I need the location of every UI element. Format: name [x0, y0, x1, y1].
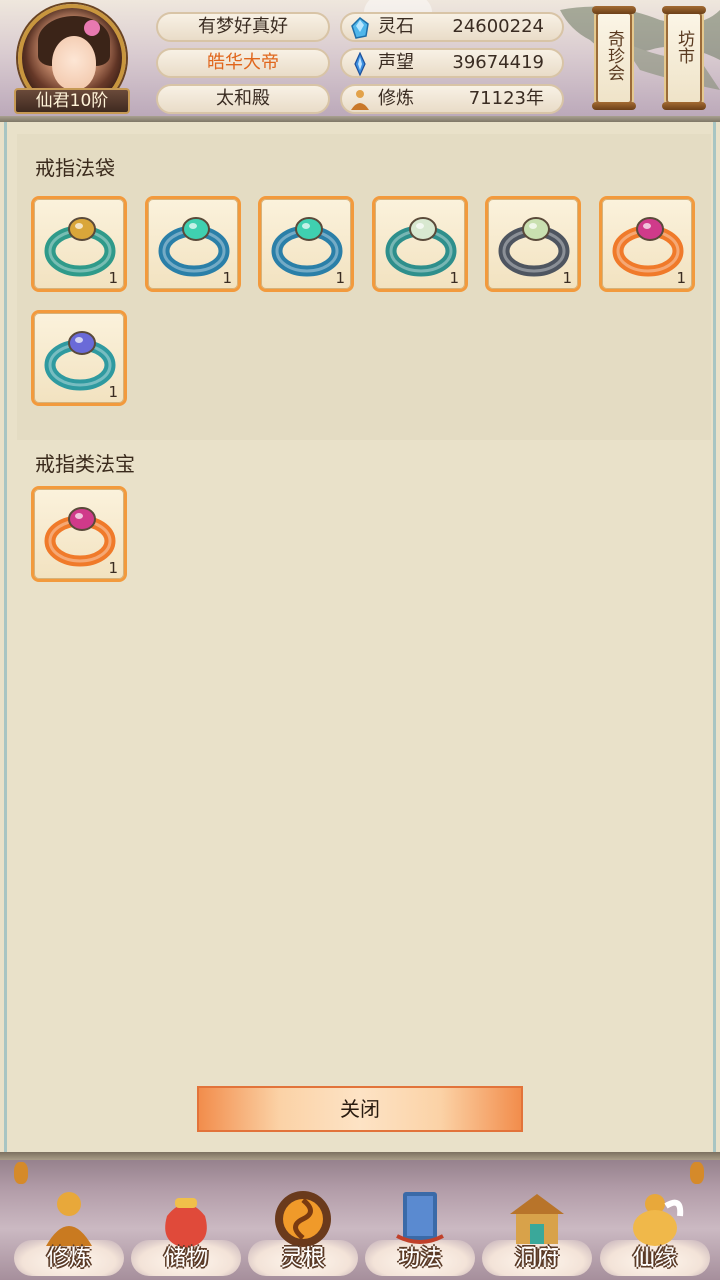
item-quantity: 1 — [676, 269, 686, 287]
treasure-auction-button[interactable]: 奇珍会 — [592, 6, 636, 110]
nav-label: 洞府 — [514, 1246, 559, 1271]
item-quantity: 1 — [108, 269, 118, 287]
player-title: 皓华大帝 — [156, 48, 330, 78]
section-title: 戒指类法宝 — [35, 452, 135, 476]
item-slot[interactable]: 1 — [599, 196, 695, 292]
section-ring-bags: 戒指法袋 1 1 1 1 1 1 1 — [17, 134, 711, 440]
cultivation-icon — [351, 90, 369, 110]
player-rank-badge: 仙君10阶 — [14, 88, 130, 114]
item-quantity: 1 — [222, 269, 232, 287]
stat-label: 声望 — [378, 52, 414, 73]
nav-label: 储物 — [163, 1246, 208, 1271]
item-quantity: 1 — [449, 269, 459, 287]
stat-cultivation: 修炼 71123年 — [340, 84, 564, 114]
stat-value: 71123年 — [468, 88, 544, 109]
stat-value: 39674419 — [452, 52, 544, 73]
inventory-panel: 戒指法袋 1 1 1 1 1 1 1 戒指类法宝 1 — [4, 122, 716, 1152]
stat-spirit-stone: 灵石 24600224 — [340, 12, 564, 42]
nav-item-cave-residence[interactable]: 洞府 — [482, 1172, 592, 1276]
market-button[interactable]: 坊市 — [662, 6, 706, 110]
section-title: 戒指法袋 — [35, 156, 115, 180]
item-slot[interactable]: 1 — [372, 196, 468, 292]
nav-item-immortal-fate[interactable]: 仙缘 — [600, 1172, 710, 1276]
nav-item-storage-bag[interactable]: 储物 — [131, 1172, 241, 1276]
item-quantity: 1 — [108, 383, 118, 401]
nav-label: 功法 — [397, 1246, 442, 1271]
item-slot[interactable]: 1 — [31, 486, 127, 582]
player-palace: 太和殿 — [156, 84, 330, 114]
top-header: 仙君10阶 有梦好真好 皓华大帝 太和殿 灵石 24600224 声望 3967… — [0, 0, 720, 122]
section-ring-treasures: 戒指类法宝 1 — [17, 440, 711, 582]
market-label: 坊市 — [674, 30, 694, 64]
item-slot[interactable]: 1 — [31, 310, 127, 406]
stat-label: 灵石 — [378, 16, 414, 37]
item-slot[interactable]: 1 — [258, 196, 354, 292]
item-slot[interactable]: 1 — [145, 196, 241, 292]
nav-item-spirit-root[interactable]: 灵根 — [248, 1172, 358, 1276]
item-quantity: 1 — [335, 269, 345, 287]
spirit-stone-icon — [351, 17, 369, 39]
item-slot[interactable]: 1 — [31, 196, 127, 292]
stat-reputation: 声望 39674419 — [340, 48, 564, 78]
nav-item-technique-book[interactable]: 功法 — [365, 1172, 475, 1276]
nav-label: 修炼 — [46, 1246, 91, 1271]
bottom-nav: 修炼 储物 灵根 功法 洞府 仙缘 — [0, 1152, 720, 1280]
nav-item-cultivation-figure[interactable]: 修炼 — [14, 1172, 124, 1276]
item-quantity: 1 — [108, 559, 118, 577]
stat-value: 24600224 — [452, 16, 544, 37]
nav-label: 仙缘 — [632, 1246, 677, 1271]
treasure-auction-label: 奇珍会 — [604, 30, 624, 81]
item-slot[interactable]: 1 — [485, 196, 581, 292]
close-button[interactable]: 关闭 — [197, 1086, 523, 1132]
avatar-flower — [84, 20, 100, 36]
stat-label: 修炼 — [378, 88, 414, 109]
avatar-face — [52, 36, 96, 90]
nav-label: 灵根 — [280, 1246, 325, 1271]
reputation-icon — [354, 52, 366, 76]
item-quantity: 1 — [562, 269, 572, 287]
player-name: 有梦好真好 — [156, 12, 330, 42]
